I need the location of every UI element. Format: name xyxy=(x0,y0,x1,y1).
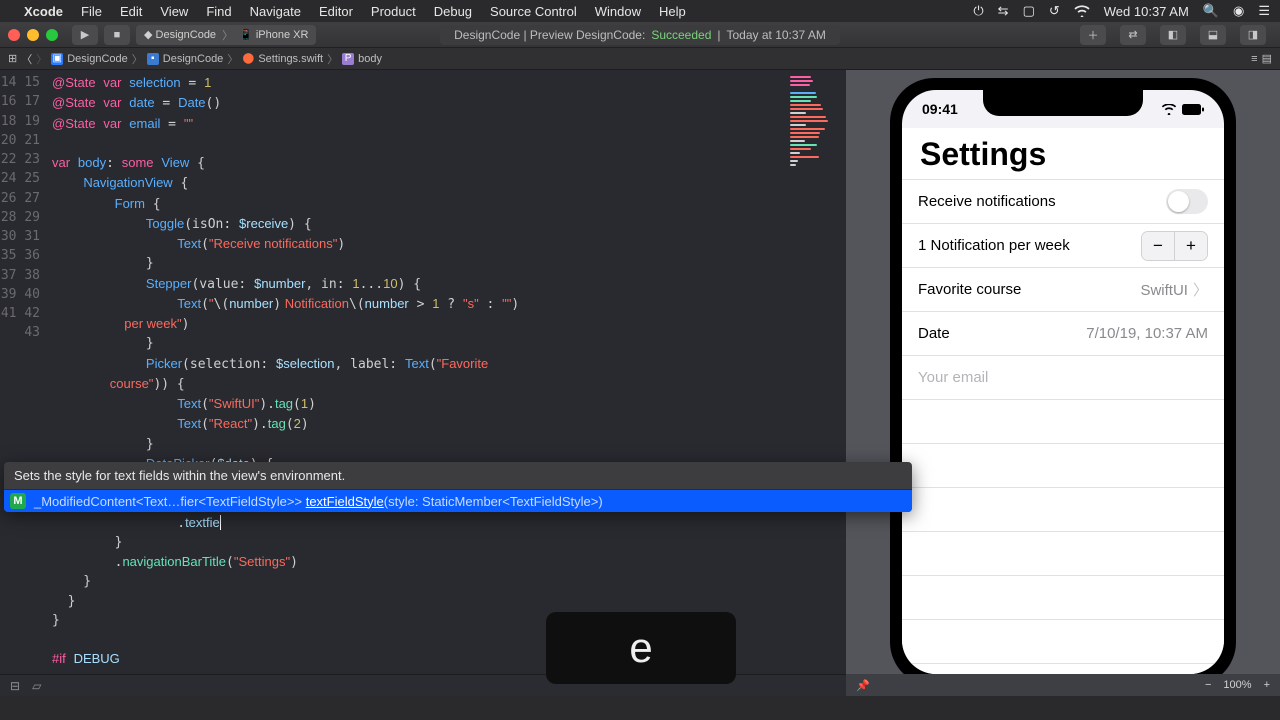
breadcrumb-folder[interactable]: ▪DesignCode xyxy=(147,53,224,65)
statusbar-time: 09:41 xyxy=(922,101,958,117)
wifi-icon xyxy=(1161,104,1177,115)
breadcrumb-symbol[interactable]: Pbody xyxy=(342,53,382,65)
zoom-window-button[interactable] xyxy=(46,29,58,41)
row-notifications: 1 Notification per week − + xyxy=(902,224,1224,268)
zoom-level[interactable]: 100% xyxy=(1223,679,1251,691)
main-split: 14 15 16 17 18 19 20 21 22 23 24 25 26 2… xyxy=(0,70,1280,696)
menu-window[interactable]: Window xyxy=(595,4,641,19)
code-content[interactable]: @State var selection = 1 @State var date… xyxy=(52,73,519,690)
quick-actions-icon[interactable]: ⏻ xyxy=(973,3,983,19)
preview-canvas[interactable]: 09:41 Settings Receive notifications 1 N… xyxy=(846,70,1280,696)
blank-row xyxy=(902,620,1224,664)
blank-row xyxy=(902,400,1224,444)
sync-icon[interactable]: ⇆ xyxy=(998,3,1009,19)
stop-button[interactable]: ■ xyxy=(104,25,130,45)
code-editor[interactable]: 14 15 16 17 18 19 20 21 22 23 24 25 26 2… xyxy=(0,70,846,696)
autocomplete-return-type: _ModifiedContent<Text…fier<TextFieldStyl… xyxy=(34,494,302,509)
scheme-selector[interactable]: ◆ DesignCode 〉 📱 iPhone XR xyxy=(136,25,316,45)
autocomplete-params: (style: StaticMember<TextFieldStyle>) xyxy=(384,494,603,509)
method-badge-icon: M xyxy=(10,493,26,509)
breadcrumb-project[interactable]: ▣DesignCode xyxy=(51,53,128,65)
row-favorite-course[interactable]: Favorite course SwiftUI〉 xyxy=(902,268,1224,312)
nav-title: Settings xyxy=(902,128,1224,180)
keystroke-overlay: e xyxy=(546,612,736,684)
run-button[interactable]: ▶ xyxy=(72,25,98,45)
device-frame: 09:41 Settings Receive notifications 1 N… xyxy=(890,78,1236,686)
spotlight-icon[interactable]: 🔍 xyxy=(1203,3,1219,19)
row-email[interactable]: Your email xyxy=(902,356,1224,400)
menu-product[interactable]: Product xyxy=(371,4,416,19)
stepper-plus[interactable]: + xyxy=(1175,232,1207,260)
window-traffic-lights xyxy=(8,29,58,41)
row-receive: Receive notifications xyxy=(902,180,1224,224)
menu-find[interactable]: Find xyxy=(206,4,231,19)
menu-edit[interactable]: Edit xyxy=(120,4,142,19)
device-notch xyxy=(983,90,1143,116)
chevron-right-icon: 〉 xyxy=(1193,282,1208,299)
wifi-icon[interactable] xyxy=(1074,5,1090,17)
stepper-minus[interactable]: − xyxy=(1142,232,1174,260)
panel-right-button[interactable]: ◨ xyxy=(1240,25,1266,45)
breakpoint-icon[interactable]: ▱ xyxy=(32,679,41,693)
macos-menubar: Xcode File Edit View Find Navigate Edito… xyxy=(0,0,1280,22)
autocomplete-popup: Sets the style for text fields within th… xyxy=(4,462,912,512)
scheme-device: 📱 iPhone XR xyxy=(239,28,308,41)
blank-row xyxy=(902,664,1224,674)
blank-row xyxy=(902,576,1224,620)
receive-toggle[interactable] xyxy=(1166,189,1208,214)
notification-stepper[interactable]: − + xyxy=(1141,231,1208,261)
panel-bottom-button[interactable]: ⬓ xyxy=(1200,25,1226,45)
activity-status: DesignCode | Preview DesignCode: Succeed… xyxy=(440,25,840,45)
preview-footer: 📌 − 100% + xyxy=(846,674,1280,696)
jump-bar: ⊞ 〈 〉 ▣DesignCode 〉 ▪DesignCode 〉 ⬤Setti… xyxy=(0,48,1280,70)
close-window-button[interactable] xyxy=(8,29,20,41)
row-date[interactable]: Date 7/10/19, 10:37 AM xyxy=(902,312,1224,356)
blank-row xyxy=(902,532,1224,576)
time-machine-icon[interactable]: ↺ xyxy=(1049,3,1060,19)
device-screen: 09:41 Settings Receive notifications 1 N… xyxy=(902,90,1224,674)
filter-icon[interactable]: ⊟ xyxy=(10,679,20,693)
back-button[interactable]: 〈 xyxy=(21,51,32,67)
menu-help[interactable]: Help xyxy=(659,4,686,19)
minimap[interactable] xyxy=(786,70,846,270)
menu-navigate[interactable]: Navigate xyxy=(250,4,301,19)
xcode-toolbar: ▶ ■ ◆ DesignCode 〉 📱 iPhone XR DesignCod… xyxy=(0,22,1280,48)
blank-row xyxy=(902,444,1224,488)
panel-left-button[interactable]: ◧ xyxy=(1160,25,1186,45)
blank-row xyxy=(902,488,1224,532)
zoom-in-button[interactable]: + xyxy=(1264,679,1270,691)
minimize-window-button[interactable] xyxy=(27,29,39,41)
line-gutter: 14 15 16 17 18 19 20 21 22 23 24 25 26 2… xyxy=(0,70,48,696)
adjust-editor-icon[interactable]: ▤ xyxy=(1262,52,1272,65)
menu-source-control[interactable]: Source Control xyxy=(490,4,577,19)
notification-center-icon[interactable]: ☰ xyxy=(1258,3,1270,19)
menu-file[interactable]: File xyxy=(81,4,102,19)
menu-editor[interactable]: Editor xyxy=(319,4,353,19)
menubar-clock[interactable]: Wed 10:37 AM xyxy=(1104,4,1189,19)
related-items-icon[interactable]: ⊞ xyxy=(8,52,17,65)
autocomplete-description: Sets the style for text fields within th… xyxy=(4,462,912,490)
menu-debug[interactable]: Debug xyxy=(434,4,472,19)
battery-icon xyxy=(1182,104,1204,115)
menu-app[interactable]: Xcode xyxy=(24,4,63,19)
editor-options-icon[interactable]: ≡ xyxy=(1251,53,1257,65)
scheme-target: ◆ DesignCode xyxy=(144,28,216,41)
autocomplete-item[interactable]: M _ModifiedContent<Text…fier<TextFieldSt… xyxy=(4,490,912,512)
autocomplete-method: textFieldStyle xyxy=(306,494,384,509)
pin-preview-icon[interactable]: 📌 xyxy=(856,679,870,692)
menu-view[interactable]: View xyxy=(160,4,188,19)
forward-button[interactable]: 〉 xyxy=(36,51,47,67)
siri-icon[interactable]: ◉ xyxy=(1233,3,1244,19)
breadcrumb-file[interactable]: ⬤Settings.swift xyxy=(242,53,323,65)
code-review-button[interactable]: ⇄ xyxy=(1120,25,1146,45)
airplay-icon[interactable]: ▢ xyxy=(1023,3,1035,19)
zoom-out-button[interactable]: − xyxy=(1205,679,1211,691)
library-button[interactable]: ＋ xyxy=(1080,25,1106,45)
